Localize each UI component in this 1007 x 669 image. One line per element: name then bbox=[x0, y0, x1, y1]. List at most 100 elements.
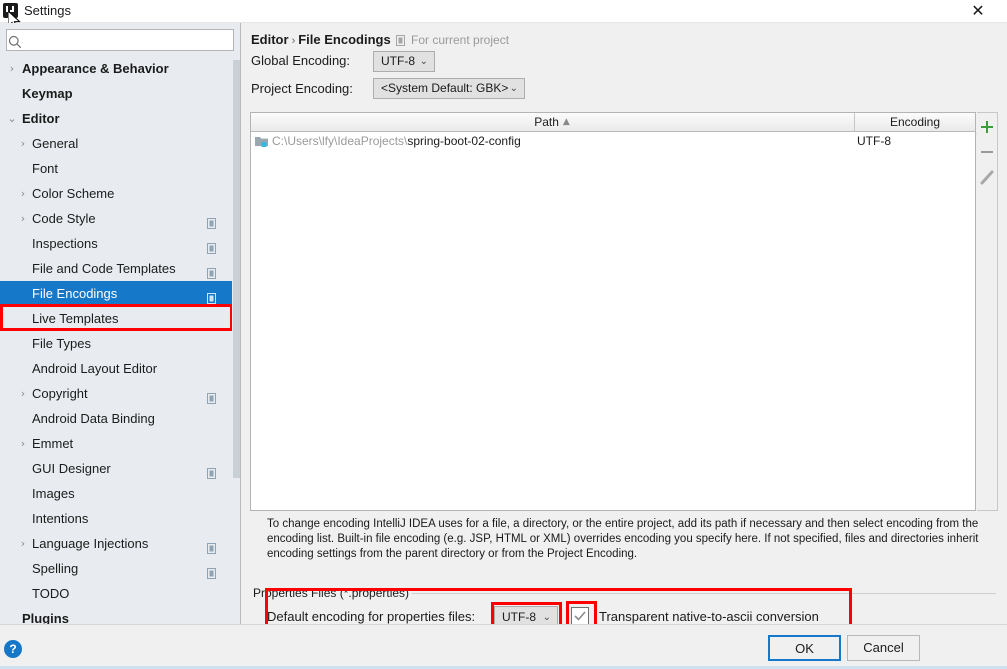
remove-button[interactable] bbox=[977, 140, 997, 165]
table-toolbar bbox=[977, 112, 998, 511]
sidebar-item-todo[interactable]: TODO bbox=[0, 581, 233, 606]
sidebar-item-android-data-binding[interactable]: Android Data Binding bbox=[0, 406, 233, 431]
sidebar-item-appearance-behavior[interactable]: › Appearance & Behavior bbox=[0, 56, 233, 81]
sidebar-item-label: Language Injections bbox=[32, 536, 149, 551]
sidebar-item-label: Appearance & Behavior bbox=[22, 61, 169, 76]
sidebar-item-label: GUI Designer bbox=[32, 461, 111, 476]
settings-tree: › Appearance & Behavior Keymap ⌄ Editor › Gene… bbox=[0, 56, 233, 624]
sidebar-item-file-types[interactable]: File Types bbox=[0, 331, 233, 356]
chevron-right-icon[interactable]: › bbox=[5, 56, 19, 81]
sidebar-item-editor[interactable]: ⌄ Editor bbox=[0, 106, 233, 131]
chevron-right-icon[interactable]: › bbox=[16, 181, 30, 206]
project-encoding-dropdown[interactable]: <System Default: GBK> ⌄ bbox=[373, 78, 525, 99]
column-header-encoding[interactable]: Encoding bbox=[854, 113, 975, 131]
sidebar-item-copyright[interactable]: › Copyright bbox=[0, 381, 233, 406]
breadcrumb-separator-icon: › bbox=[291, 35, 296, 47]
dialog-footer: ? https://blog.csdn.net/hou20161224 OK C… bbox=[0, 624, 1007, 669]
sidebar-item-label: Copyright bbox=[32, 386, 88, 401]
sidebar-item-general[interactable]: › General bbox=[0, 131, 233, 156]
sort-ascending-icon: ▲ bbox=[562, 117, 570, 127]
project-scope-icon bbox=[207, 537, 219, 554]
project-encoding-label: Project Encoding: bbox=[251, 81, 353, 96]
folder-module-icon bbox=[255, 137, 268, 147]
search-box[interactable] bbox=[6, 29, 235, 51]
sidebar-item-code-style[interactable]: › Code Style bbox=[0, 206, 233, 231]
table-header: Path ▲ Encoding bbox=[251, 113, 975, 132]
sidebar-item-intentions[interactable]: Intentions bbox=[0, 506, 233, 531]
sidebar-item-color-scheme[interactable]: › Color Scheme bbox=[0, 181, 233, 206]
sidebar-item-plugins[interactable]: Plugins bbox=[0, 606, 233, 624]
sidebar-item-live-templates[interactable]: Live Templates bbox=[0, 306, 233, 331]
chevron-down-icon: ⌄ bbox=[509, 83, 518, 94]
settings-content: Editor › File Encodings For current projec… bbox=[241, 23, 1007, 637]
sidebar-item-language-injections[interactable]: › Language Injections bbox=[0, 531, 233, 556]
project-scope-icon bbox=[207, 562, 219, 579]
chevron-right-icon[interactable]: › bbox=[16, 381, 30, 406]
sidebar-item-spelling[interactable]: Spelling bbox=[0, 556, 233, 581]
close-icon[interactable]: ✕ bbox=[967, 1, 989, 21]
column-header-path[interactable]: Path ▲ bbox=[251, 113, 853, 131]
row-path: C:\Users\lfy\IdeaProjects\spring-boot-02… bbox=[272, 132, 521, 151]
project-scope-icon bbox=[207, 237, 219, 254]
add-button[interactable] bbox=[977, 115, 997, 140]
search-input[interactable] bbox=[27, 31, 235, 51]
sidebar-item-label: File Types bbox=[32, 336, 92, 351]
global-encoding-dropdown[interactable]: UTF-8 ⌄ bbox=[373, 51, 435, 72]
chevron-right-icon[interactable]: › bbox=[16, 431, 30, 456]
transparent-conversion-label: Transparent native-to-ascii conversion bbox=[599, 609, 819, 624]
sidebar-item-file-and-code-templates[interactable]: File and Code Templates bbox=[0, 256, 233, 281]
row-path-name: spring-boot-02-config bbox=[407, 134, 521, 148]
sidebar-item-label: File Encodings bbox=[32, 286, 118, 301]
chevron-right-icon[interactable]: › bbox=[16, 206, 30, 231]
sidebar-item-images[interactable]: Images bbox=[0, 481, 233, 506]
project-scope-icon bbox=[207, 387, 219, 404]
transparent-conversion-checkbox[interactable] bbox=[571, 607, 589, 625]
cancel-button[interactable]: Cancel bbox=[847, 635, 920, 661]
project-scope-icon bbox=[207, 212, 219, 229]
breadcrumb: Editor › File Encodings bbox=[251, 32, 391, 47]
description-text: To change encoding IntelliJ IDEA uses fo… bbox=[267, 518, 979, 560]
sidebar-item-inspections[interactable]: Inspections bbox=[0, 231, 233, 256]
sidebar-item-gui-designer[interactable]: GUI Designer bbox=[0, 456, 233, 481]
ok-button[interactable]: OK bbox=[768, 635, 841, 661]
breadcrumb-parent[interactable]: Editor bbox=[251, 32, 289, 47]
settings-dialog: Settings ✕ › Appearance & Behavior Keymap ⌄… bbox=[0, 0, 1007, 669]
column-header-path-label: Path bbox=[534, 115, 559, 129]
chevron-right-icon[interactable]: › bbox=[16, 131, 30, 156]
chevron-down-icon[interactable]: ⌄ bbox=[5, 106, 19, 131]
sidebar-item-label: Inspections bbox=[32, 236, 98, 251]
row-path-prefix: C:\Users\lfy\IdeaProjects\ bbox=[272, 134, 408, 148]
help-button[interactable]: ? bbox=[4, 640, 22, 658]
sidebar-item-label: Spelling bbox=[32, 561, 79, 576]
sidebar-item-label: Editor bbox=[22, 111, 60, 126]
table-row[interactable]: C:\Users\lfy\IdeaProjects\spring-boot-02… bbox=[251, 132, 975, 151]
properties-encoding-label: Default encoding for properties files: bbox=[267, 609, 476, 624]
project-scope-icon bbox=[207, 287, 219, 304]
sidebar-item-label: General bbox=[32, 136, 79, 151]
global-encoding-label: Global Encoding: bbox=[251, 53, 351, 68]
sidebar-item-label: Android Layout Editor bbox=[32, 361, 158, 376]
sidebar-item-file-encodings[interactable]: File Encodings bbox=[0, 281, 233, 306]
project-scope-icon bbox=[207, 262, 219, 279]
sidebar-item-label: TODO bbox=[32, 586, 70, 601]
chevron-right-icon[interactable]: › bbox=[16, 531, 30, 556]
sidebar-item-label: File and Code Templates bbox=[32, 261, 176, 276]
sidebar-item-label: Code Style bbox=[32, 211, 96, 226]
properties-group-title: Properties Files (*.properties) bbox=[250, 586, 413, 600]
title-bar: Settings ✕ bbox=[0, 0, 1007, 23]
sidebar-item-keymap[interactable]: Keymap bbox=[0, 81, 233, 106]
project-scope-icon bbox=[396, 35, 407, 49]
sidebar-item-android-layout-editor[interactable]: Android Layout Editor bbox=[0, 356, 233, 381]
scope-note: For current project bbox=[396, 33, 509, 49]
sidebar-item-label: Color Scheme bbox=[32, 186, 115, 201]
project-scope-icon bbox=[207, 462, 219, 479]
edit-button[interactable] bbox=[977, 165, 997, 190]
settings-sidebar: › Appearance & Behavior Keymap ⌄ Editor › Gene… bbox=[0, 23, 241, 624]
row-encoding[interactable]: UTF-8 bbox=[857, 132, 891, 151]
scope-note-label: For current project bbox=[411, 33, 510, 47]
search-icon bbox=[8, 35, 22, 49]
sidebar-item-emmet[interactable]: › Emmet bbox=[0, 431, 233, 456]
chevron-down-icon: ⌄ bbox=[419, 56, 428, 67]
sidebar-item-label: Keymap bbox=[22, 86, 73, 101]
sidebar-item-font[interactable]: Font bbox=[0, 156, 233, 181]
